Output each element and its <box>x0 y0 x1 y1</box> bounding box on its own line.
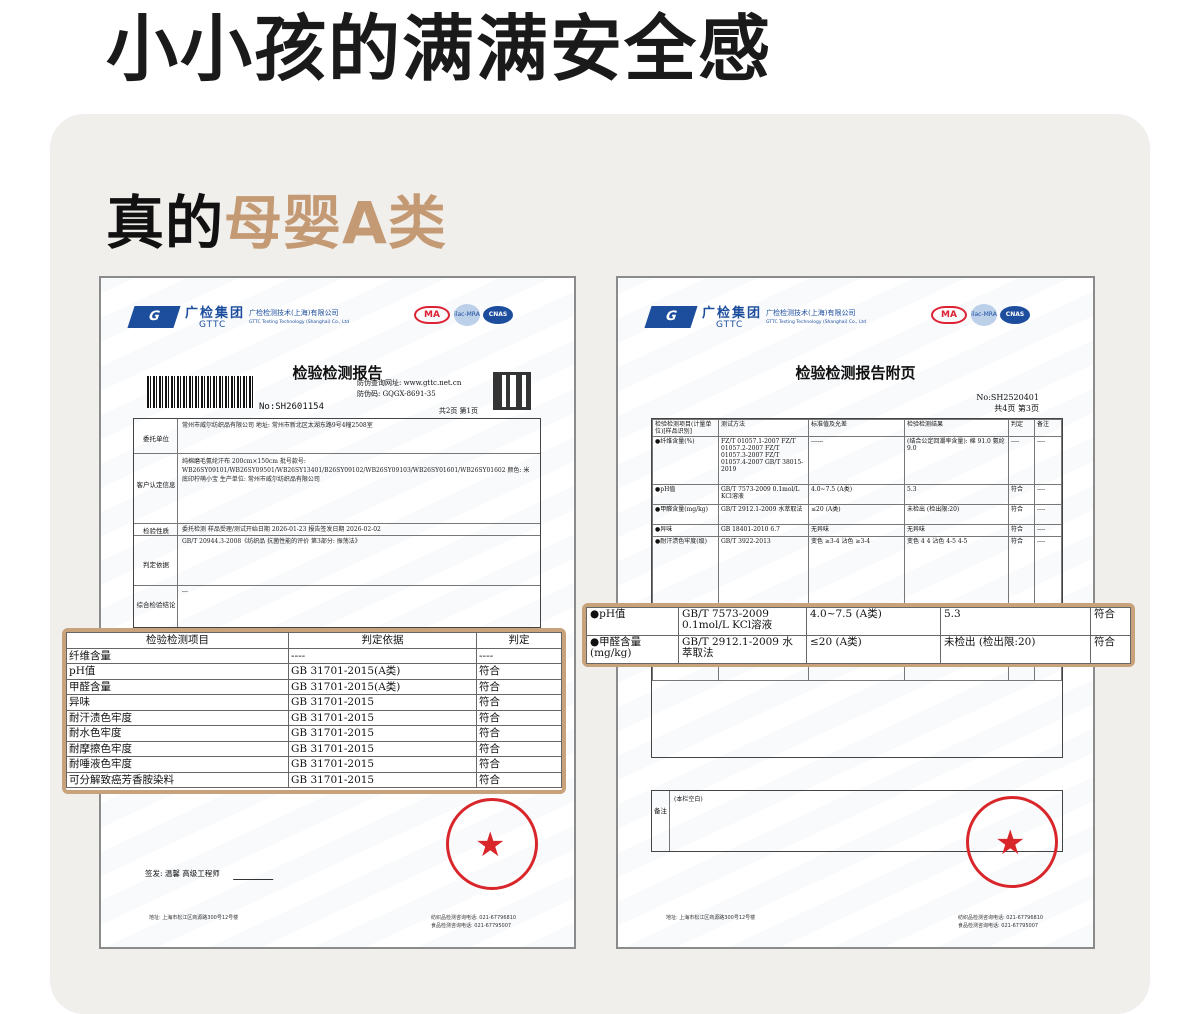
header-cell: 判定依据 <box>288 632 477 649</box>
handwritten-signature <box>232 858 282 880</box>
star-icon: ★ <box>475 825 506 865</box>
highlight-judgement-table: 检验检测项目 判定依据 判定 纤维含量 ---- ---- pH值 GB 31701-… <box>62 628 566 794</box>
table-row: 甲醛含量 GB 31701-2015(A类) 符合 <box>66 678 562 695</box>
table-row: pH值 GB 31701-2015(A类) 符合 <box>66 663 562 680</box>
table-row: ●pH值 GB/T 7573-2009 0.1mol/L KCl溶液 4.0~7.5… <box>652 484 1062 505</box>
row-label: 综合检验结论 <box>136 601 176 609</box>
header-cell: 判定 <box>476 632 562 649</box>
qr-code-icon <box>493 372 531 410</box>
brand-name: 广检集团 <box>702 306 763 321</box>
footer-address: 地址: 上海市松江区商源路300号12号楼 <box>149 915 239 921</box>
table-row: 纤维含量 ---- ---- <box>66 647 562 664</box>
barcode-icon <box>147 376 255 408</box>
subtitle-highlight: 母婴A类 <box>224 189 447 257</box>
table-row: 耐汗渍色牢度 GB 31701-2015 符合 <box>66 709 562 726</box>
table-row: 耐唾液色牢度 GB 31701-2015 符合 <box>66 756 562 773</box>
table-row: ●甲醛含量 (mg/kg) GB/T 2912.1-2009 水萃取法 ≤20 … <box>586 635 1131 664</box>
table-row: 耐水色牢度 GB 31701-2015 符合 <box>66 725 562 742</box>
ilac-cert-icon: ilac-MRA <box>971 304 997 326</box>
cma-cert-icon: MA <box>414 306 450 324</box>
row-label: 客户认定信息 <box>136 481 176 489</box>
star-icon: ★ <box>995 823 1026 863</box>
row-label: 委托单位 <box>143 435 169 443</box>
anti-fake-info: 防伪查询网址: www.gttc.net.cn 防伪码: GQGX-8691-3… <box>357 378 461 400</box>
header-cell: 检验检测结果 <box>904 419 1009 437</box>
footer-food-phone: 食品检测咨询电话: 021-67795007 <box>958 923 1039 929</box>
test-report-page: G 广检集团 GTTC 广检检测技术(上海)有限公司 GTTC Testing … <box>99 276 576 949</box>
table-header-row: 检验检测项目(计量单位)[样品识别] 测试方法 标准值及允差 检验检测结果 判定… <box>652 419 1062 437</box>
company-name: 广检检测技术(上海)有限公司 <box>249 309 339 317</box>
table-row: ●pH值 GB/T 7573-2009 0.1mol/L KCl溶液 4.0~7… <box>586 607 1131 636</box>
page-count: 共2页 第1页 <box>438 407 478 415</box>
company-name-en: GTTC Testing Technology (Shanghai) Co., … <box>766 320 867 325</box>
highlight-ph-formaldehyde: ●pH值 GB/T 7573-2009 0.1mol/L KCl溶液 4.0~7… <box>582 603 1135 667</box>
header-cell: 检验检测项目 <box>66 632 289 649</box>
appendix-report-number: No:SH2520401 <box>976 393 1039 402</box>
header-cell: 测试方法 <box>718 419 809 437</box>
table-row: ●耐汗渍色牢度(级) GB/T 3922-2013 变色 ≥3-4 沾色 ≥3-4 变… <box>652 536 1062 611</box>
appendix-results-table: 检验检测项目(计量单位)[样品识别] 测试方法 标准值及允差 检验检测结果 判定… <box>651 418 1063 758</box>
anti-fake-code: 防伪码: GQGX-8691-35 <box>357 390 436 398</box>
header-cell: 判定 <box>1008 419 1035 437</box>
table-row: ●异味 GB 18401-2010 6.7 无异味 无异味 符合 ---- <box>652 524 1062 537</box>
subtitle-prefix: 真的 <box>106 189 225 257</box>
remarks-label: 备注 <box>652 791 670 851</box>
appendix-title: 检验检测报告附页 <box>795 364 916 382</box>
table-row: ●甲醛含量(mg/kg) GB/T 2912.1-2009 水萃取法 ≤20 (A类… <box>652 504 1062 525</box>
row-text: GB/T 20944.3-2008《纺织品 抗菌性能的评价 第3部分: 振荡法》 <box>182 538 361 545</box>
gttc-logo-icon: G <box>644 306 698 328</box>
table-header-row: 检验检测项目 判定依据 判定 <box>66 632 562 649</box>
row-label: 检验性质 <box>143 527 169 535</box>
official-seal: ★ <box>966 796 1058 888</box>
appendix-number-block: No:SH2520401 共4页 第3页 <box>976 392 1039 414</box>
row-text: 常州市威尔纺织品有限公司 地址: 常州市新北区太湖东路9号4幢2508室 <box>182 422 373 429</box>
cma-cert-icon: MA <box>931 306 967 324</box>
brand-name: 广检集团 <box>185 306 246 321</box>
header-cell: 备注 <box>1034 419 1062 437</box>
company-name-en: GTTC Testing Technology (Shanghai) Co., … <box>249 320 350 325</box>
header-cell: 标准值及允差 <box>808 419 905 437</box>
signature-line: 签发: 温馨 高级工程师 <box>145 869 220 878</box>
report-info-table: 委托单位 常州市威尔纺织品有限公司 地址: 常州市新北区太湖东路9号4幢2508… <box>133 418 541 628</box>
cnas-cert-icon: CNAS <box>1000 306 1030 324</box>
footer-food-phone: 食品检测咨询电话: 021-67795007 <box>431 923 512 929</box>
company-name: 广检检测技术(上海)有限公司 <box>766 309 856 317</box>
row-text: 纯棉磨毛氨纶汗布 200cm×150cm 批号款号: WB26SY09101/W… <box>182 458 530 483</box>
subtitle: 真的母婴A类 <box>106 188 447 258</box>
ilac-cert-icon: ilac-MRA <box>454 304 480 326</box>
footer-textile-phone: 纺织品检测咨询电话: 021-67796810 <box>958 915 1044 921</box>
footer-contacts: 纺织品检测咨询电话: 021-67796810 食品检测咨询电话: 021-67… <box>958 914 1043 930</box>
table-row: 异味 GB 31701-2015 符合 <box>66 694 562 711</box>
cnas-cert-icon: CNAS <box>483 306 513 324</box>
header-cell: 检验检测项目(计量单位)[样品识别] <box>652 419 719 437</box>
footer-contacts: 纺织品检测咨询电话: 021-67796810 食品检测咨询电话: 021-67… <box>431 914 516 930</box>
brand-en: GTTC <box>716 320 744 330</box>
row-text: 委托检测 样品受理/测试开始日期 2026-01-23 报告签发日期 2026-… <box>182 526 381 533</box>
official-seal: ★ <box>446 798 538 890</box>
anti-fake-url: 防伪查询网址: www.gttc.net.cn <box>357 379 462 387</box>
row-label: 判定依据 <box>143 561 169 569</box>
table-row: 可分解致癌芳香胺染料 GB 31701-2015 符合 <box>66 771 562 788</box>
footer-address: 地址: 上海市松江区商源路300号12号楼 <box>666 915 756 921</box>
table-row: ●纤维含量(%) FZ/T 01057.1-2007 FZ/T 01057.2-2… <box>652 436 1062 485</box>
row-text: --- <box>182 588 189 595</box>
gttc-logo-icon: G <box>127 306 181 328</box>
page-headline: 小小孩的满满安全感 <box>106 7 773 91</box>
footer-textile-phone: 纺织品检测咨询电话: 021-67796810 <box>431 915 517 921</box>
table-row: 耐摩擦色牢度 GB 31701-2015 符合 <box>66 740 562 757</box>
report-number: No:SH2601154 <box>259 402 325 412</box>
brand-en: GTTC <box>199 320 227 330</box>
appendix-page-count: 共4页 第3页 <box>994 404 1039 413</box>
remarks-text: (本栏空白) <box>674 796 703 803</box>
